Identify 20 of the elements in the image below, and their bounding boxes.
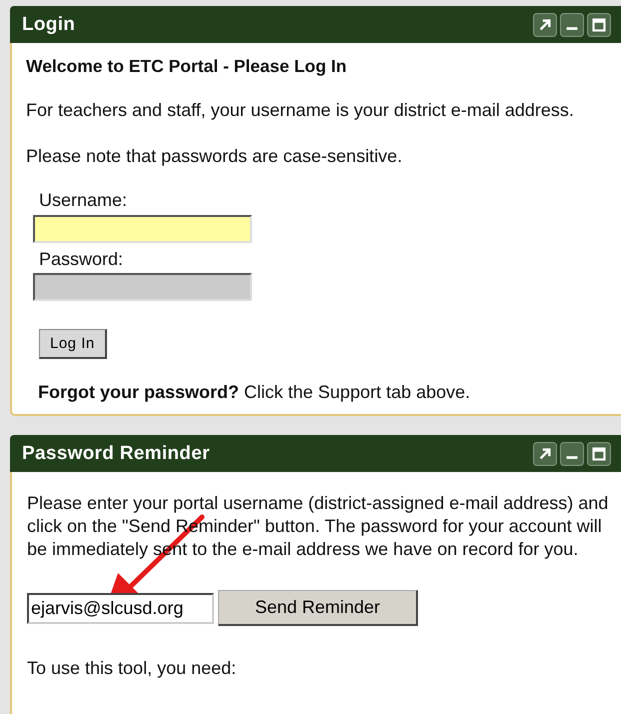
popout-icon[interactable] — [533, 442, 557, 466]
login-button[interactable]: Log In — [39, 329, 107, 359]
send-reminder-button[interactable]: Send Reminder — [218, 590, 418, 626]
panel-title: Password Reminder — [22, 442, 211, 464]
help-text: Forgot your password? Click the Support tab above. — [38, 381, 470, 403]
input-field[interactable] — [33, 215, 252, 243]
instruction-text: To use this tool, you need: — [27, 657, 238, 680]
minimize-icon[interactable] — [560, 442, 584, 466]
instruction-text: For teachers and staff, your username is your district e-mail address. — [26, 99, 574, 122]
popout-icon[interactable] — [533, 12, 557, 36]
input-field[interactable] — [33, 273, 252, 301]
maximize-icon[interactable] — [587, 442, 611, 466]
minimize-icon[interactable] — [560, 12, 584, 36]
field-label: Password: — [39, 250, 124, 269]
field-label: Username: — [39, 191, 128, 210]
panel-title: Login — [22, 14, 76, 36]
maximize-icon[interactable] — [587, 12, 611, 36]
instruction-text: Please note that passwords are case-sensitive. — [26, 145, 402, 168]
email-field[interactable]: ejarvis@slcusd.org — [27, 592, 214, 624]
welcome-heading: Welcome to ETC Portal - Please Log In — [26, 55, 347, 78]
